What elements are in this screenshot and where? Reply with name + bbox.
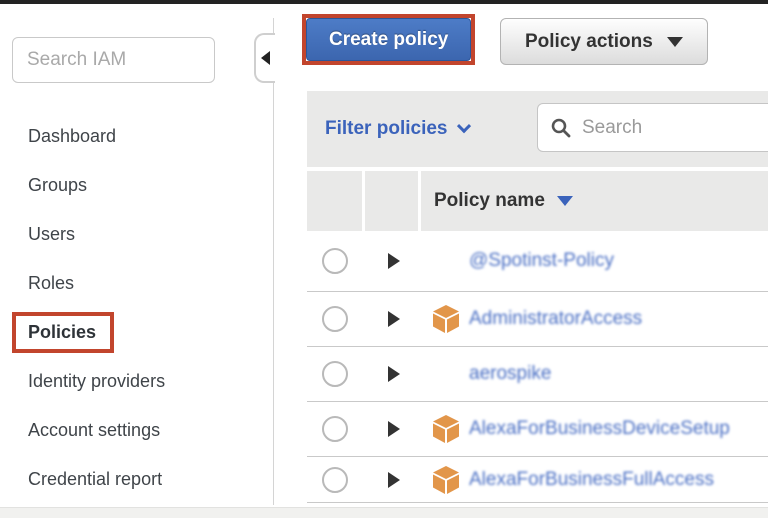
annotation-highlight-create-policy: Create policy xyxy=(302,14,475,65)
collapse-left-icon xyxy=(261,51,270,65)
policy-search-box[interactable] xyxy=(537,103,768,152)
policy-name-link[interactable]: @Spotinst-Policy xyxy=(469,250,614,272)
aws-cube-icon xyxy=(433,305,459,333)
table-row: aerospike xyxy=(307,347,768,402)
row-radio-button[interactable] xyxy=(322,248,348,274)
iam-search-input[interactable] xyxy=(12,37,215,83)
aws-cube-icon xyxy=(433,415,459,443)
header-expand-column xyxy=(365,171,418,231)
table-header-row: Policy name xyxy=(307,171,768,231)
table-row: @Spotinst-Policy xyxy=(307,231,768,292)
expand-right-icon[interactable] xyxy=(388,253,400,269)
sidebar-item-identity-providers[interactable]: Identity providers xyxy=(0,357,273,406)
row-radio-button[interactable] xyxy=(322,467,348,493)
iam-sidebar: Dashboard Groups Users Roles Policies Id… xyxy=(0,4,273,518)
policies-table-panel: Filter policies Policy name @Spotinst-Po… xyxy=(307,91,768,503)
sidebar-item-dashboard[interactable]: Dashboard xyxy=(0,112,273,161)
sidebar-item-policies[interactable]: Policies xyxy=(0,308,273,357)
filter-policies-dropdown[interactable]: Filter policies xyxy=(325,91,469,167)
policy-actions-button[interactable]: Policy actions xyxy=(500,18,708,65)
caret-down-icon xyxy=(667,37,683,47)
magnifier-icon xyxy=(550,117,572,139)
filter-bar: Filter policies xyxy=(307,91,768,167)
annotation-highlight-policies: Policies xyxy=(12,312,114,353)
table-row: AdministratorAccess xyxy=(307,292,768,347)
policy-name-link[interactable]: AlexaForBusinessDeviceSetup xyxy=(469,418,730,440)
policy-name-link[interactable]: AdministratorAccess xyxy=(469,308,642,330)
aws-cube-icon xyxy=(433,466,459,494)
column-header-policy-name[interactable]: Policy name xyxy=(421,171,768,231)
expand-right-icon[interactable] xyxy=(388,311,400,327)
row-radio-button[interactable] xyxy=(322,416,348,442)
create-policy-button[interactable]: Create policy xyxy=(306,18,471,61)
policy-name-link[interactable]: AlexaForBusinessFullAccess xyxy=(469,469,714,491)
sidebar-item-users[interactable]: Users xyxy=(0,210,273,259)
sort-down-icon xyxy=(557,196,573,206)
expand-right-icon[interactable] xyxy=(388,366,400,382)
expand-right-icon[interactable] xyxy=(388,472,400,488)
table-row: AlexaForBusinessFullAccess xyxy=(307,457,768,503)
table-row: AlexaForBusinessDeviceSetup xyxy=(307,402,768,457)
sidebar-item-credential-report[interactable]: Credential report xyxy=(0,455,273,504)
sidebar-nav: Dashboard Groups Users Roles Policies Id… xyxy=(0,112,273,504)
sidebar-divider xyxy=(273,18,274,505)
sidebar-item-groups[interactable]: Groups xyxy=(0,161,273,210)
sidebar-item-account-settings[interactable]: Account settings xyxy=(0,406,273,455)
expand-right-icon[interactable] xyxy=(388,421,400,437)
policy-search-input[interactable] xyxy=(582,117,768,139)
chevron-down-icon xyxy=(457,119,471,133)
sidebar-item-roles[interactable]: Roles xyxy=(0,259,273,308)
row-radio-button[interactable] xyxy=(322,361,348,387)
policy-table-body: @Spotinst-Policy AdministratorAccess aer… xyxy=(307,231,768,503)
sidebar-collapse-button[interactable] xyxy=(254,33,275,83)
policy-actions-label: Policy actions xyxy=(525,31,653,53)
header-select-column xyxy=(307,171,362,231)
policy-name-header-label: Policy name xyxy=(434,190,545,212)
row-radio-button[interactable] xyxy=(322,306,348,332)
bottom-window-edge xyxy=(0,507,768,518)
filter-policies-label: Filter policies xyxy=(325,118,447,140)
policy-name-link[interactable]: aerospike xyxy=(469,363,551,385)
